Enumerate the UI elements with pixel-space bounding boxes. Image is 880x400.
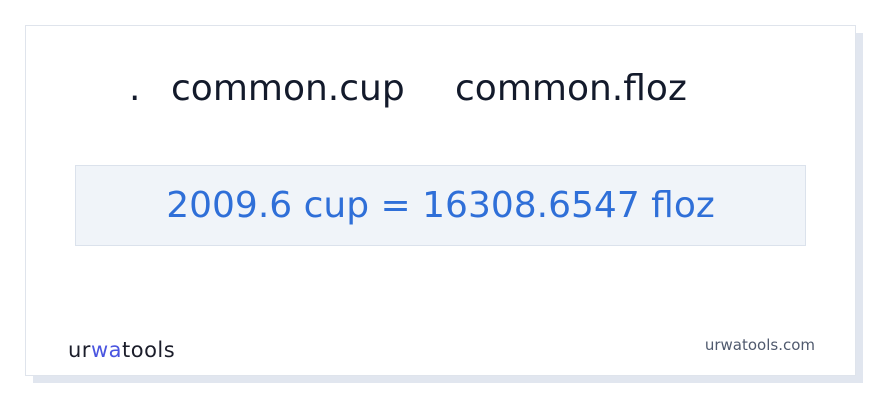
unit-heading: . common.cup common.floz: [0, 64, 880, 114]
from-unit-label: common.cup: [171, 68, 405, 109]
logo-part-ur: ur: [68, 338, 91, 362]
to-unit-label: common.floz: [455, 68, 687, 109]
result-box: 2009.6 cup = 16308.6547 floz: [75, 165, 806, 246]
heading-dot: .: [129, 68, 141, 109]
conversion-result: 2009.6 cup = 16308.6547 floz: [166, 185, 715, 226]
logo-part-tools: tools: [122, 338, 176, 362]
urwatools-logo: urwatools: [68, 336, 175, 364]
site-url: urwatools.com: [704, 336, 815, 354]
logo-part-wa: wa: [90, 338, 122, 362]
